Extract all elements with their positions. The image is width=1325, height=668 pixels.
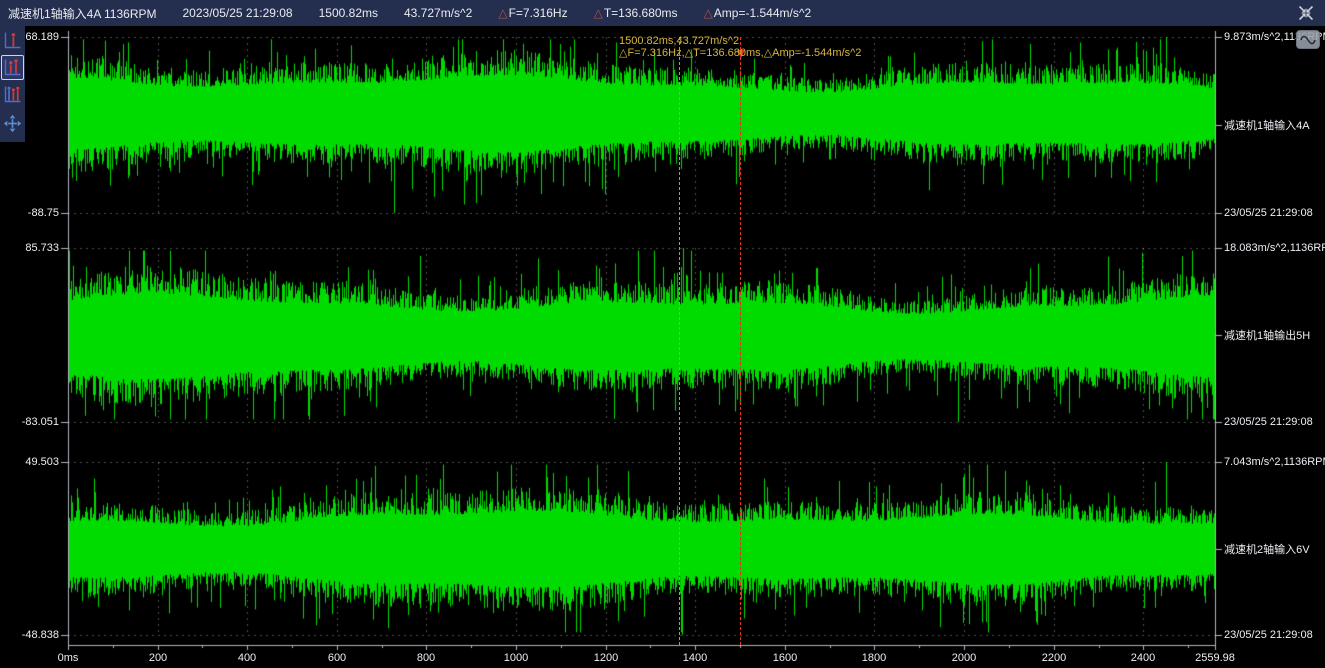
waveform-plot[interactable] <box>0 0 1325 668</box>
right-label-timestamp: 23/05/25 21:29:08 <box>1224 629 1313 641</box>
single-cursor-tool-button[interactable] <box>1 28 24 53</box>
x-axis-label: 1400 <box>683 652 707 664</box>
titlebar-cursor-amplitude: 43.727m/s^2 <box>404 6 472 20</box>
delta-symbol: △ <box>594 6 603 20</box>
right-label-timestamp: 23/05/25 21:29:08 <box>1224 207 1313 219</box>
collapse-window-button[interactable] <box>1295 2 1317 24</box>
y-axis-min-label: -48.838 <box>22 629 59 641</box>
x-axis-label: 0ms <box>58 652 79 664</box>
x-axis-label: 200 <box>149 652 167 664</box>
reference-cursor-line[interactable] <box>679 37 680 645</box>
x-axis-label: 600 <box>328 652 346 664</box>
x-axis-label: 2559.98 <box>1195 652 1235 664</box>
titlebar-delta-f: △F=7.316Hz <box>498 6 567 20</box>
annotation-line2: △F=7.316Hz,△T=136.680ms,△Amp=-1.544m/s^2 <box>619 47 861 59</box>
dual-cursor-tool-button[interactable] <box>1 55 24 80</box>
harmonic-cursor-tool-button[interactable] <box>1 82 24 107</box>
waveform-type-button[interactable] <box>1296 30 1320 49</box>
y-axis-min-label: -83.051 <box>22 416 59 428</box>
x-axis-label: 800 <box>417 652 435 664</box>
main-cursor-line[interactable] <box>740 37 741 645</box>
titlebar-delta-amp: △Amp=-1.544m/s^2 <box>704 6 812 20</box>
pan-move-icon <box>3 114 22 133</box>
x-axis-label: 1600 <box>773 652 797 664</box>
titlebar: 减速机1轴输入4A 1136RPM 2023/05/25 21:29:08 15… <box>0 0 1325 26</box>
y-axis-max-label: 49.503 <box>25 456 59 468</box>
right-label-rms: 7.043m/s^2,1136RPM <box>1224 456 1325 468</box>
x-axis-label: 1200 <box>594 652 618 664</box>
delta-symbol: △ <box>498 6 507 20</box>
x-axis-label: 1000 <box>504 652 528 664</box>
left-toolbar <box>0 26 25 142</box>
delta-amp-value: Amp=-1.544m/s^2 <box>714 6 811 20</box>
titlebar-cursor-time: 1500.82ms <box>319 6 378 20</box>
x-axis-label: 400 <box>238 652 256 664</box>
right-label-channel-name: 减速机1轴输出5H <box>1224 327 1310 343</box>
right-label-rms: 18.083m/s^2,1136RPM <box>1224 242 1325 254</box>
x-axis-label: 1800 <box>862 652 886 664</box>
titlebar-channel-title: 减速机1轴输入4A 1136RPM <box>8 5 157 22</box>
right-label-timestamp: 23/05/25 21:29:08 <box>1224 416 1313 428</box>
right-label-channel-name: 减速机2轴输入6V <box>1224 541 1310 557</box>
single-cursor-icon <box>2 30 23 51</box>
pan-tool-button[interactable] <box>1 111 24 136</box>
x-axis-label: 2000 <box>952 652 976 664</box>
titlebar-delta-t: △T=136.680ms <box>594 6 678 20</box>
x-axis-label: 2400 <box>1131 652 1155 664</box>
y-axis-min-label: -88.75 <box>28 207 59 219</box>
y-axis-max-label: 68.189 <box>25 31 59 43</box>
cursor-annotation: 1500.82ms,43.727m/s^2 △F=7.316Hz,△T=136.… <box>619 35 861 59</box>
sine-wave-icon <box>1300 34 1316 46</box>
collapse-arrows-icon <box>1297 4 1315 22</box>
annotation-line1: 1500.82ms,43.727m/s^2 <box>619 35 861 47</box>
delta-t-value: T=136.680ms <box>604 6 678 20</box>
delta-symbol: △ <box>704 6 713 20</box>
y-axis-max-label: 85.733 <box>25 242 59 254</box>
delta-f-value: F=7.316Hz <box>509 6 568 20</box>
titlebar-datetime: 2023/05/25 21:29:08 <box>183 6 293 20</box>
right-label-channel-name: 减速机1轴输入4A <box>1224 117 1310 133</box>
x-axis-label: 2200 <box>1042 652 1066 664</box>
dual-cursor-icon <box>2 57 23 78</box>
harmonic-cursor-icon <box>2 84 23 105</box>
